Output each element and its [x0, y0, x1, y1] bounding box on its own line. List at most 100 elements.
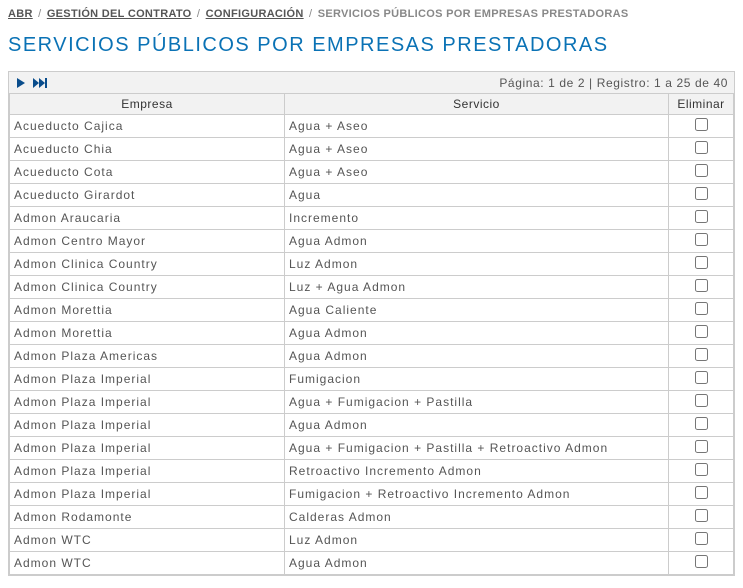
cell-servicio: Agua Admon — [285, 345, 669, 368]
cell-empresa: Admon Rodamonte — [10, 506, 285, 529]
cell-eliminar — [669, 368, 734, 391]
cell-eliminar — [669, 161, 734, 184]
delete-checkbox[interactable] — [695, 256, 708, 269]
table-row: Admon Plaza ImperialAgua + Fumigacion + … — [10, 437, 734, 460]
delete-checkbox[interactable] — [695, 440, 708, 453]
cell-empresa: Admon Plaza Americas — [10, 345, 285, 368]
cell-empresa: Acueducto Cajica — [10, 115, 285, 138]
cell-servicio: Agua Admon — [285, 414, 669, 437]
cell-eliminar — [669, 253, 734, 276]
cell-eliminar — [669, 460, 734, 483]
breadcrumb-sep: / — [36, 8, 43, 20]
cell-empresa: Admon Clinica Country — [10, 253, 285, 276]
col-header-empresa[interactable]: Empresa — [10, 94, 285, 115]
services-table: Empresa Servicio Eliminar Acueducto Caji… — [9, 94, 734, 575]
cell-eliminar — [669, 115, 734, 138]
cell-servicio: Agua + Aseo — [285, 138, 669, 161]
cell-empresa: Admon Clinica Country — [10, 276, 285, 299]
cell-empresa: Admon Plaza Imperial — [10, 368, 285, 391]
cell-eliminar — [669, 437, 734, 460]
cell-empresa: Admon Plaza Imperial — [10, 414, 285, 437]
delete-checkbox[interactable] — [695, 325, 708, 338]
table-row: Acueducto CotaAgua + Aseo — [10, 161, 734, 184]
col-header-servicio[interactable]: Servicio — [285, 94, 669, 115]
table-row: Admon MorettiaAgua Caliente — [10, 299, 734, 322]
delete-checkbox[interactable] — [695, 394, 708, 407]
delete-checkbox[interactable] — [695, 210, 708, 223]
breadcrumb-current: SERVICIOS PÚBLICOS POR EMPRESAS PRESTADO… — [318, 8, 629, 20]
table-row: Admon WTCAgua Admon — [10, 552, 734, 575]
cell-empresa: Admon Plaza Imperial — [10, 391, 285, 414]
cell-empresa: Admon Plaza Imperial — [10, 483, 285, 506]
cell-eliminar — [669, 552, 734, 575]
cell-empresa: Admon Araucaria — [10, 207, 285, 230]
cell-eliminar — [669, 529, 734, 552]
cell-servicio: Agua — [285, 184, 669, 207]
cell-servicio: Agua Caliente — [285, 299, 669, 322]
cell-empresa: Admon WTC — [10, 552, 285, 575]
page-title: SERVICIOS PÚBLICOS POR EMPRESAS PRESTADO… — [8, 26, 735, 71]
cell-servicio: Agua Admon — [285, 230, 669, 253]
delete-checkbox[interactable] — [695, 486, 708, 499]
delete-checkbox[interactable] — [695, 233, 708, 246]
table-row: Admon Plaza ImperialFumigacion + Retroac… — [10, 483, 734, 506]
cell-eliminar — [669, 276, 734, 299]
cell-eliminar — [669, 184, 734, 207]
cell-eliminar — [669, 345, 734, 368]
cell-eliminar — [669, 414, 734, 437]
delete-checkbox[interactable] — [695, 555, 708, 568]
cell-eliminar — [669, 230, 734, 253]
cell-servicio: Agua Admon — [285, 552, 669, 575]
table-row: Admon RodamonteCalderas Admon — [10, 506, 734, 529]
table-row: Admon MorettiaAgua Admon — [10, 322, 734, 345]
cell-eliminar — [669, 506, 734, 529]
delete-checkbox[interactable] — [695, 118, 708, 131]
cell-servicio: Fumigacion — [285, 368, 669, 391]
table-row: Admon Clinica CountryLuz Admon — [10, 253, 734, 276]
cell-empresa: Admon Centro Mayor — [10, 230, 285, 253]
table-row: Admon Plaza ImperialFumigacion — [10, 368, 734, 391]
cell-empresa: Admon Morettia — [10, 299, 285, 322]
cell-empresa: Acueducto Girardot — [10, 184, 285, 207]
delete-checkbox[interactable] — [695, 509, 708, 522]
cell-eliminar — [669, 483, 734, 506]
breadcrumb-abr[interactable]: ABR — [8, 8, 33, 20]
cell-servicio: Agua + Fumigacion + Pastilla — [285, 391, 669, 414]
cell-servicio: Agua + Fumigacion + Pastilla + Retroacti… — [285, 437, 669, 460]
delete-checkbox[interactable] — [695, 463, 708, 476]
cell-servicio: Calderas Admon — [285, 506, 669, 529]
table-row: Admon Centro MayorAgua Admon — [10, 230, 734, 253]
delete-checkbox[interactable] — [695, 348, 708, 361]
table-row: Admon Plaza ImperialRetroactivo Incremen… — [10, 460, 734, 483]
last-page-icon[interactable] — [33, 77, 49, 89]
table-row: Acueducto CajicaAgua + Aseo — [10, 115, 734, 138]
delete-checkbox[interactable] — [695, 532, 708, 545]
cell-servicio: Agua + Aseo — [285, 161, 669, 184]
cell-eliminar — [669, 207, 734, 230]
next-page-icon[interactable] — [15, 77, 27, 89]
col-header-eliminar[interactable]: Eliminar — [669, 94, 734, 115]
cell-eliminar — [669, 138, 734, 161]
cell-empresa: Admon WTC — [10, 529, 285, 552]
delete-checkbox[interactable] — [695, 371, 708, 384]
table-row: Admon Plaza AmericasAgua Admon — [10, 345, 734, 368]
delete-checkbox[interactable] — [695, 141, 708, 154]
delete-checkbox[interactable] — [695, 302, 708, 315]
table-row: Admon Plaza ImperialAgua Admon — [10, 414, 734, 437]
table-row: Admon Plaza ImperialAgua + Fumigacion + … — [10, 391, 734, 414]
breadcrumb-config[interactable]: CONFIGURACIÓN — [206, 8, 304, 20]
delete-checkbox[interactable] — [695, 279, 708, 292]
delete-checkbox[interactable] — [695, 187, 708, 200]
breadcrumb-sep: / — [195, 8, 202, 20]
cell-eliminar — [669, 299, 734, 322]
delete-checkbox[interactable] — [695, 164, 708, 177]
table-row: Acueducto GirardotAgua — [10, 184, 734, 207]
cell-servicio: Fumigacion + Retroactivo Incremento Admo… — [285, 483, 669, 506]
cell-eliminar — [669, 322, 734, 345]
table-row: Admon WTCLuz Admon — [10, 529, 734, 552]
cell-servicio: Agua + Aseo — [285, 115, 669, 138]
table-row: Acueducto ChiaAgua + Aseo — [10, 138, 734, 161]
pager-info: Página: 1 de 2 | Registro: 1 a 25 de 40 — [499, 76, 728, 90]
delete-checkbox[interactable] — [695, 417, 708, 430]
breadcrumb-gestion[interactable]: GESTIÓN DEL CONTRATO — [47, 8, 192, 20]
